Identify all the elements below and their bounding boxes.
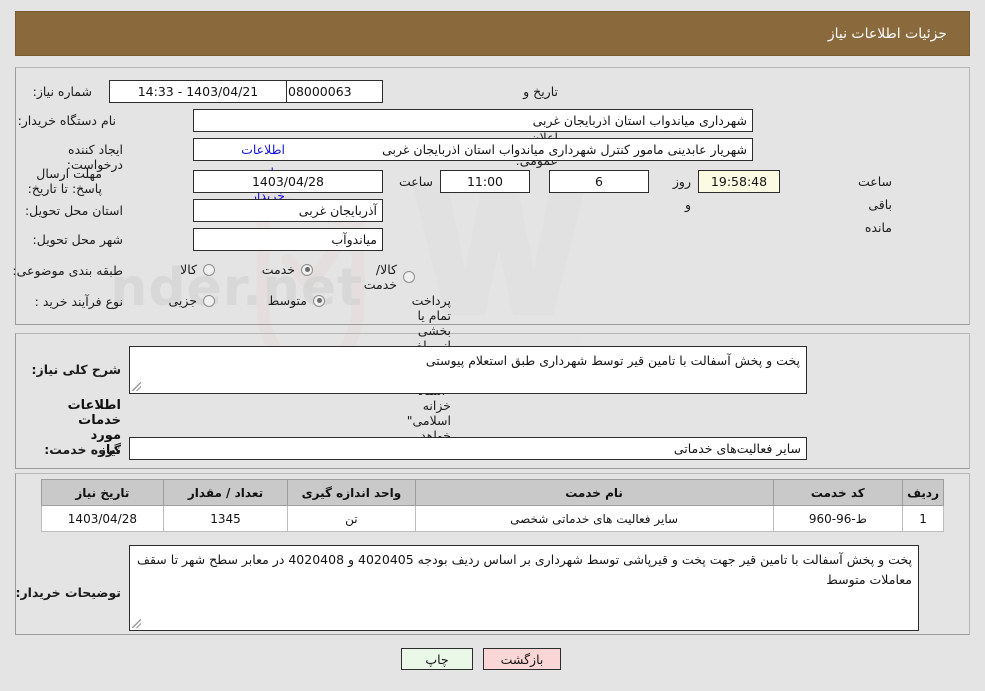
- category-label-service: خدمت: [261, 262, 295, 277]
- deadline-time-value: 11:00: [440, 170, 530, 193]
- hour-word-label: ساعت: [398, 174, 433, 189]
- process-radio-medium[interactable]: متوسط: [268, 293, 325, 308]
- service-group-label: گروه خدمت:: [44, 442, 121, 457]
- print-button[interactable]: چاپ: [401, 648, 473, 670]
- radio-circle-goods-service[interactable]: [403, 271, 415, 283]
- page-header: جزئیات اطلاعات نیاز: [15, 11, 970, 56]
- buyer-org-label: نام دستگاه خریدار:: [17, 113, 116, 128]
- radio-circle-minor[interactable]: [203, 294, 215, 307]
- deadline-label: مهلت ارسال پاسخ: تا تاریخ:: [27, 166, 102, 196]
- delivery-province-label: استان محل تحویل:: [24, 203, 123, 218]
- days-remaining-value: 6: [549, 170, 649, 193]
- process-label-medium: متوسط: [267, 293, 307, 308]
- process-label-minor: جزیی: [168, 293, 197, 308]
- delivery-city-value: میاندوآب: [193, 228, 383, 251]
- page-title: جزئیات اطلاعات نیاز: [827, 25, 947, 42]
- category-label: طبقه بندی موضوعی:: [12, 263, 123, 278]
- announce-datetime-value: 1403/04/21 - 14:33: [109, 80, 287, 103]
- buyer-notes-value[interactable]: پخت و پخش آسفالت با تامین قیر جهت پخت و …: [129, 545, 919, 631]
- buyer-notes-label: توضیحات خریدار:: [15, 585, 121, 600]
- buyer-org-value: شهرداری میاندواب استان اذربایجان غربی: [193, 109, 753, 132]
- page-root: AriaTender.net جزئیات اطلاعات نیاز شماره…: [0, 0, 985, 691]
- category-label-goods: کالا: [180, 262, 197, 277]
- delivery-province-value: آذربایجان غربی: [193, 199, 383, 222]
- radio-circle-medium[interactable]: [313, 294, 325, 307]
- deadline-date-value: 1403/04/28: [193, 170, 383, 193]
- days-word-label: روز و: [672, 174, 691, 212]
- process-type-label: نوع فرآیند خرید :: [34, 294, 123, 309]
- delivery-city-label: شهر محل تحویل:: [32, 232, 123, 247]
- countdown-timer-value: 19:58:48: [698, 170, 780, 193]
- radio-circle-goods[interactable]: [203, 263, 215, 276]
- top-info-panel: [15, 67, 970, 325]
- need-summary-value[interactable]: پخت و پخش آسفالت با تامین قیر توسط شهردا…: [129, 346, 807, 394]
- category-radio-goods[interactable]: کالا: [180, 262, 215, 277]
- need-summary-label: شرح کلی نیاز:: [31, 362, 121, 377]
- category-radio-service[interactable]: خدمت: [262, 262, 313, 277]
- service-group-value: سایر فعالیت‌های خدماتی: [129, 437, 807, 460]
- countdown-word-label: ساعت باقی مانده: [857, 174, 892, 235]
- radio-circle-service[interactable]: [301, 263, 313, 276]
- category-label-goods-service: کالا/خدمت: [363, 262, 397, 292]
- process-radio-minor[interactable]: جزیی: [168, 293, 215, 308]
- category-radio-goods-service[interactable]: کالا/خدمت: [364, 262, 415, 292]
- back-button[interactable]: بازگشت: [483, 648, 561, 670]
- need-number-label: شماره نیاز:: [32, 84, 92, 99]
